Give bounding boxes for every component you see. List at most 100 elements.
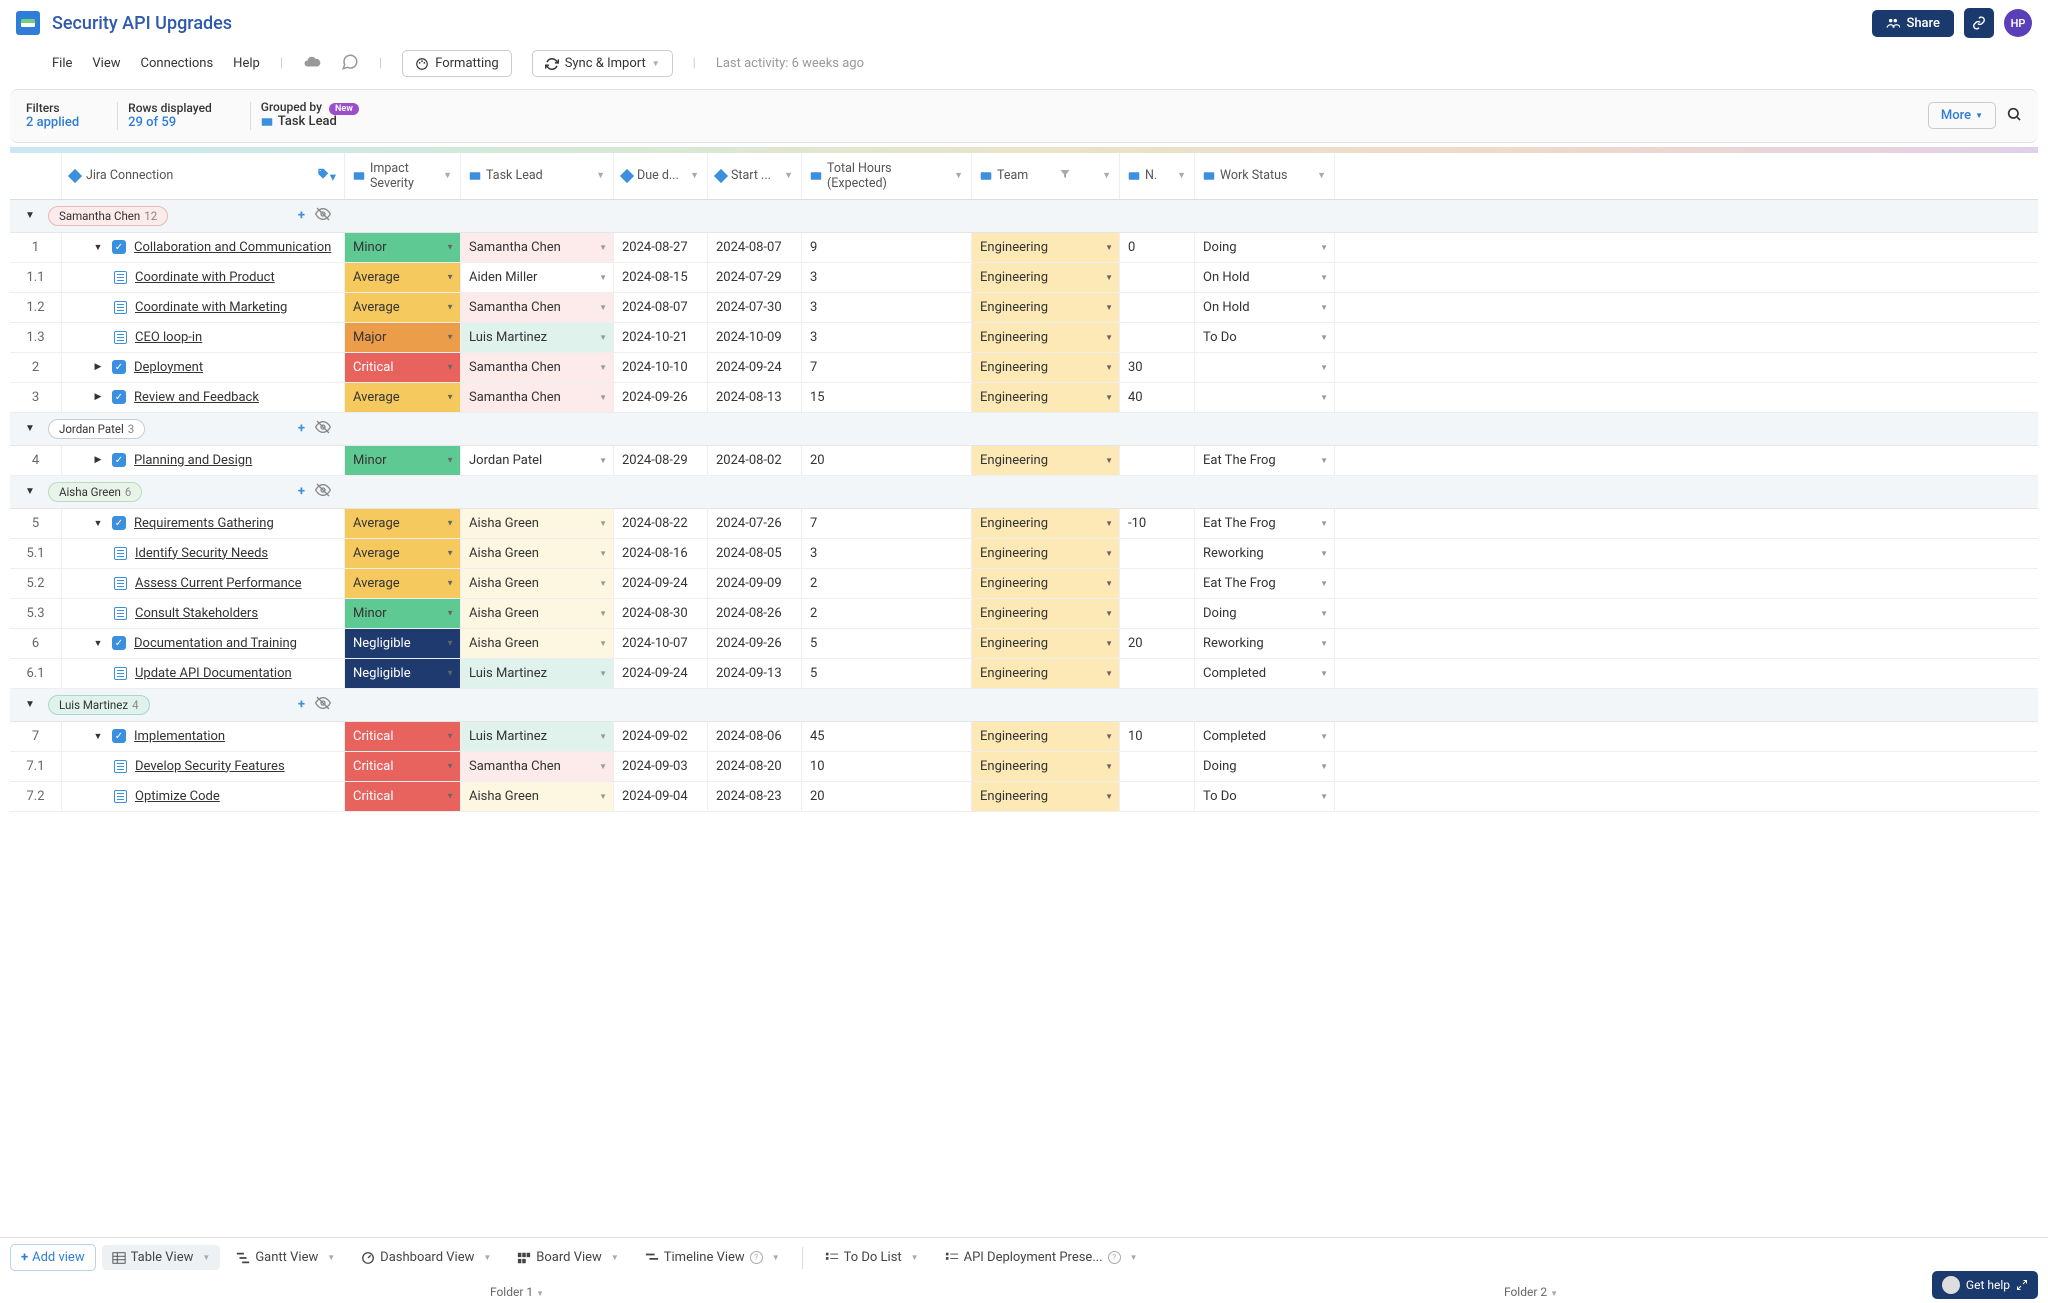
table-row[interactable]: 4 ▶ ✓ Planning and Design Minor▼ Jordan … — [10, 446, 2038, 476]
start-cell[interactable]: 2024-09-24 — [708, 353, 802, 382]
status-cell[interactable]: Eat The Frog▼ — [1195, 446, 1335, 475]
hours-cell[interactable]: 20 — [802, 782, 972, 811]
team-cell[interactable]: Engineering▼ — [972, 722, 1120, 751]
menu-file[interactable]: File — [52, 56, 72, 71]
impact-cell[interactable]: Average▼ — [345, 383, 461, 412]
impact-cell[interactable]: Critical▼ — [345, 782, 461, 811]
status-cell[interactable]: On Hold▼ — [1195, 293, 1335, 322]
table-row[interactable]: 1.1 Coordinate with Product Average▼ Aid… — [10, 263, 2038, 293]
tab-gantt-view[interactable]: Gantt View▼ — [226, 1245, 345, 1270]
hours-cell[interactable]: 3 — [802, 293, 972, 322]
due-cell[interactable]: 2024-09-04 — [614, 782, 708, 811]
task-cell[interactable]: Consult Stakeholders — [62, 599, 345, 628]
task-link[interactable]: Coordinate with Marketing — [135, 300, 287, 315]
n-cell[interactable]: 20 — [1120, 629, 1195, 658]
status-cell[interactable]: Completed▼ — [1195, 659, 1335, 688]
lead-cell[interactable]: Luis Martinez▼ — [461, 323, 614, 352]
hours-cell[interactable]: 45 — [802, 722, 972, 751]
grouped-value[interactable]: Task Lead — [261, 114, 337, 129]
lead-cell[interactable]: Aisha Green▼ — [461, 509, 614, 538]
hours-cell[interactable]: 5 — [802, 629, 972, 658]
start-cell[interactable]: 2024-09-26 — [708, 629, 802, 658]
tab-timeline-view[interactable]: Timeline View ?▼ — [635, 1245, 790, 1270]
team-cell[interactable]: Engineering▼ — [972, 569, 1120, 598]
task-link[interactable]: Documentation and Training — [134, 636, 297, 651]
folder-1[interactable]: Folder 1 ▼ — [10, 1285, 1024, 1299]
chevron-down-icon[interactable]: ▼ — [22, 699, 38, 710]
lead-cell[interactable]: Aiden Miller▼ — [461, 263, 614, 292]
chevron-right-icon[interactable]: ▶ — [92, 392, 104, 402]
team-cell[interactable]: Engineering▼ — [972, 629, 1120, 658]
get-help-button[interactable]: Get help — [1932, 1271, 2038, 1299]
table-row[interactable]: 6 ▼ ✓ Documentation and Training Negligi… — [10, 629, 2038, 659]
task-link[interactable]: Update API Documentation — [135, 666, 292, 681]
due-cell[interactable]: 2024-10-07 — [614, 629, 708, 658]
hours-cell[interactable]: 7 — [802, 353, 972, 382]
chevron-down-icon[interactable]: ▼ — [92, 731, 104, 742]
col-lead[interactable]: Task Lead▼ — [461, 153, 614, 199]
n-cell[interactable] — [1120, 446, 1195, 475]
col-hours[interactable]: Total Hours (Expected)▼ — [802, 153, 972, 199]
task-link[interactable]: CEO loop-in — [135, 330, 202, 345]
status-cell[interactable]: To Do▼ — [1195, 782, 1335, 811]
impact-cell[interactable]: Average▼ — [345, 293, 461, 322]
impact-cell[interactable]: Negligible▼ — [345, 659, 461, 688]
start-cell[interactable]: 2024-08-07 — [708, 233, 802, 262]
n-cell[interactable] — [1120, 293, 1195, 322]
impact-cell[interactable]: Critical▼ — [345, 752, 461, 781]
due-cell[interactable]: 2024-09-24 — [614, 659, 708, 688]
group-chip[interactable]: Samantha Chen 12 — [48, 206, 168, 226]
due-cell[interactable]: 2024-08-15 — [614, 263, 708, 292]
task-cell[interactable]: Update API Documentation — [62, 659, 345, 688]
team-cell[interactable]: Engineering▼ — [972, 782, 1120, 811]
chevron-down-icon[interactable]: ▼ — [22, 210, 38, 221]
n-cell[interactable] — [1120, 569, 1195, 598]
col-start[interactable]: Start ...▼ — [708, 153, 802, 199]
lead-cell[interactable]: Jordan Patel▼ — [461, 446, 614, 475]
lead-cell[interactable]: Aisha Green▼ — [461, 569, 614, 598]
lead-cell[interactable]: Luis Martinez▼ — [461, 659, 614, 688]
task-cell[interactable]: Optimize Code — [62, 782, 345, 811]
table-row[interactable]: 3 ▶ ✓ Review and Feedback Average▼ Saman… — [10, 383, 2038, 413]
status-cell[interactable]: Eat The Frog▼ — [1195, 569, 1335, 598]
hide-icon[interactable] — [315, 419, 331, 439]
impact-cell[interactable]: Minor▼ — [345, 599, 461, 628]
team-cell[interactable]: Engineering▼ — [972, 599, 1120, 628]
n-cell[interactable]: -10 — [1120, 509, 1195, 538]
table-row[interactable]: 6.1 Update API Documentation Negligible▼… — [10, 659, 2038, 689]
team-cell[interactable]: Engineering▼ — [972, 263, 1120, 292]
table-row[interactable]: 5.2 Assess Current Performance Average▼ … — [10, 569, 2038, 599]
hours-cell[interactable]: 3 — [802, 263, 972, 292]
hours-cell[interactable]: 10 — [802, 752, 972, 781]
group-header[interactable]: ▼ Samantha Chen 12 + — [10, 200, 345, 233]
task-link[interactable]: Assess Current Performance — [135, 576, 302, 591]
lead-cell[interactable]: Aisha Green▼ — [461, 782, 614, 811]
share-button[interactable]: Share — [1872, 10, 1954, 37]
task-link[interactable]: Implementation — [134, 729, 225, 744]
due-cell[interactable]: 2024-09-26 — [614, 383, 708, 412]
impact-cell[interactable]: Average▼ — [345, 263, 461, 292]
lead-cell[interactable]: Samantha Chen▼ — [461, 293, 614, 322]
group-chip[interactable]: Aisha Green 6 — [48, 482, 142, 502]
due-cell[interactable]: 2024-08-30 — [614, 599, 708, 628]
col-status[interactable]: Work Status▼ — [1195, 153, 1335, 199]
add-view-button[interactable]: +Add view — [10, 1244, 96, 1271]
checkbox-icon[interactable]: ✓ — [112, 516, 126, 530]
task-link[interactable]: Review and Feedback — [134, 390, 259, 405]
lead-cell[interactable]: Aisha Green▼ — [461, 539, 614, 568]
hours-cell[interactable]: 20 — [802, 446, 972, 475]
due-cell[interactable]: 2024-08-27 — [614, 233, 708, 262]
team-cell[interactable]: Engineering▼ — [972, 323, 1120, 352]
team-cell[interactable]: Engineering▼ — [972, 383, 1120, 412]
status-cell[interactable]: ▼ — [1195, 353, 1335, 382]
task-cell[interactable]: ▶ ✓ Review and Feedback — [62, 383, 345, 412]
team-cell[interactable]: Engineering▼ — [972, 659, 1120, 688]
task-cell[interactable]: ▶ ✓ Planning and Design — [62, 446, 345, 475]
task-link[interactable]: Collaboration and Communication — [134, 240, 331, 255]
add-row-icon[interactable]: + — [298, 697, 305, 712]
task-cell[interactable]: CEO loop-in — [62, 323, 345, 352]
task-cell[interactable]: Coordinate with Marketing — [62, 293, 345, 322]
col-due[interactable]: Due d...▼ — [614, 153, 708, 199]
table-row[interactable]: 7.2 Optimize Code Critical▼ Aisha Green▼… — [10, 782, 2038, 812]
start-cell[interactable]: 2024-08-05 — [708, 539, 802, 568]
